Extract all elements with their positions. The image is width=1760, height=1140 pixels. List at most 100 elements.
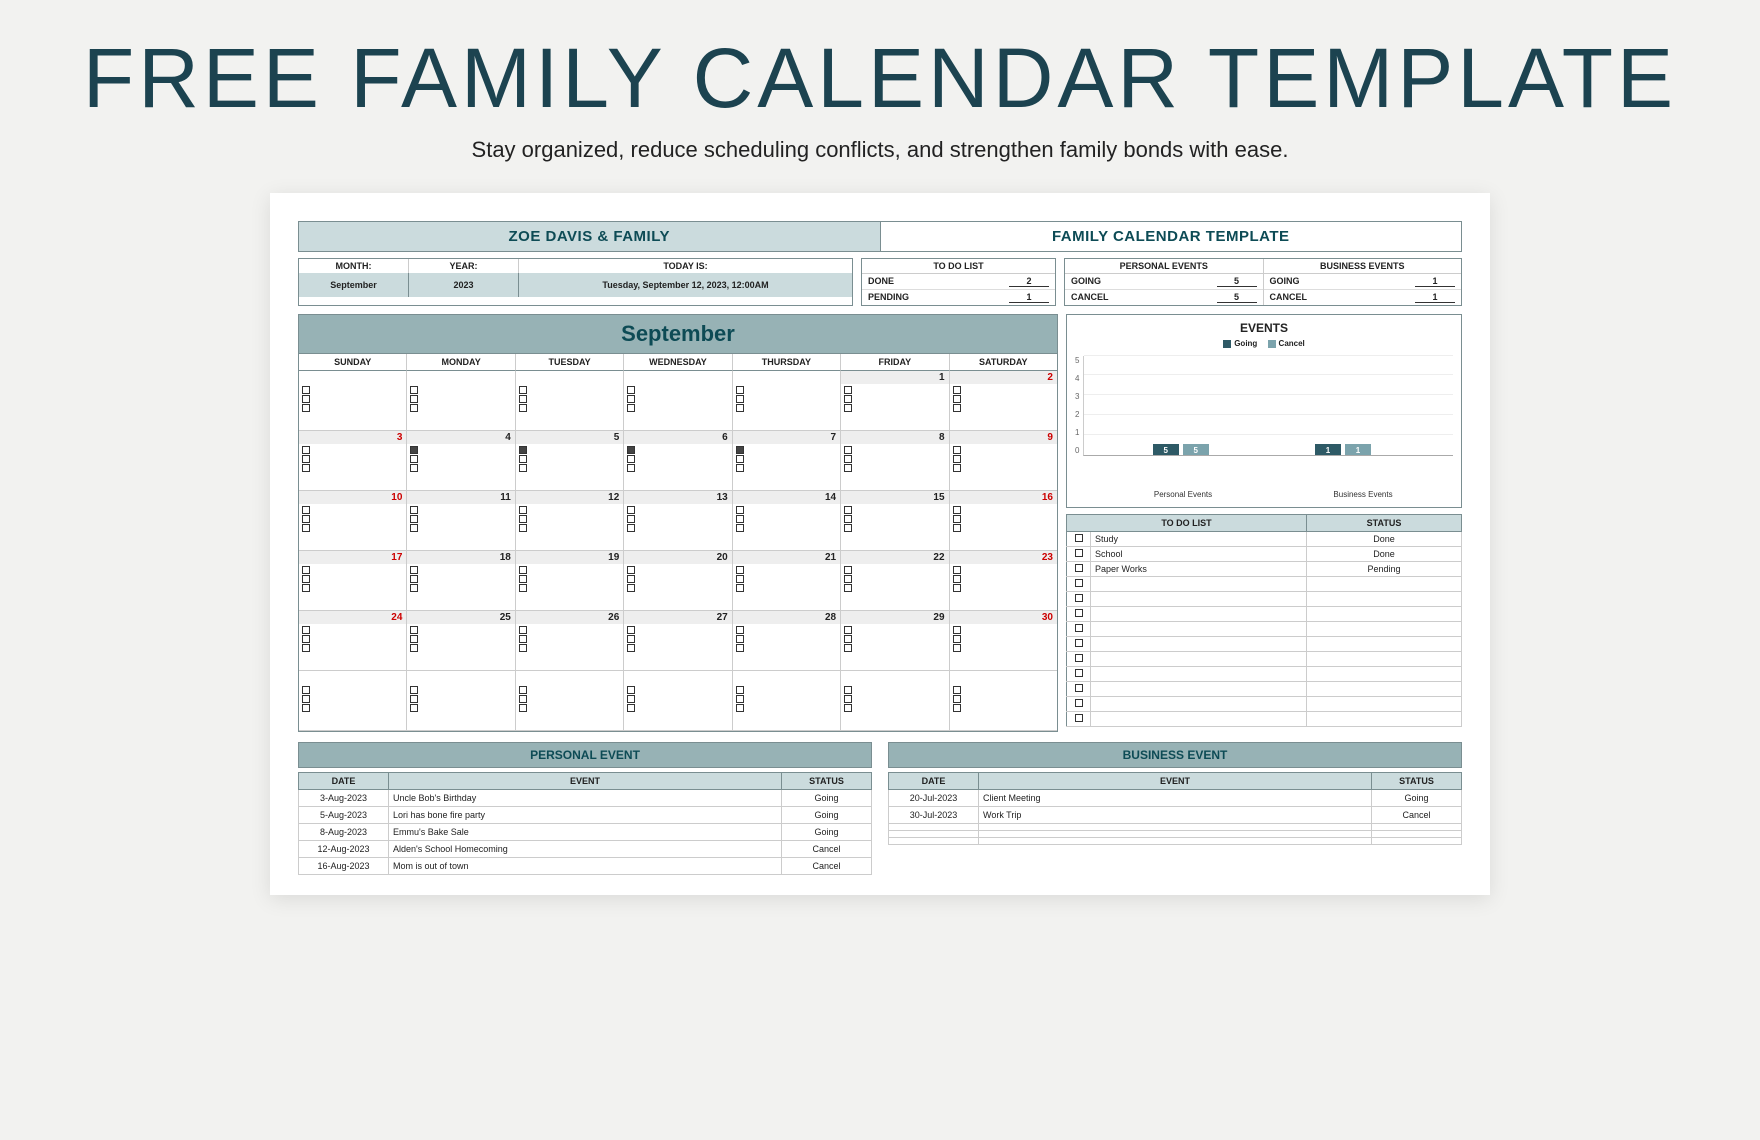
calendar-day[interactable] — [624, 371, 732, 431]
calendar-day[interactable]: 5 — [516, 431, 624, 491]
checkbox-icon[interactable] — [519, 506, 527, 514]
calendar-day[interactable]: 1 — [841, 371, 949, 431]
checkbox-icon[interactable] — [953, 455, 961, 463]
checkbox-icon[interactable] — [627, 446, 635, 454]
checkbox-icon[interactable] — [410, 464, 418, 472]
checkbox-icon[interactable] — [302, 506, 310, 514]
checkbox-icon[interactable] — [410, 695, 418, 703]
checkbox-icon[interactable] — [410, 575, 418, 583]
checkbox-icon[interactable] — [953, 395, 961, 403]
checkbox-icon[interactable] — [844, 704, 852, 712]
checkbox-icon[interactable] — [410, 404, 418, 412]
checkbox-icon[interactable] — [627, 704, 635, 712]
checkbox-icon[interactable] — [627, 455, 635, 463]
checkbox-icon[interactable] — [953, 695, 961, 703]
checkbox-icon[interactable] — [736, 395, 744, 403]
calendar-day[interactable]: 14 — [733, 491, 841, 551]
checkbox-icon[interactable] — [627, 404, 635, 412]
checkbox-icon[interactable] — [844, 515, 852, 523]
checkbox-icon[interactable] — [953, 446, 961, 454]
checkbox-icon[interactable] — [302, 644, 310, 652]
checkbox-icon[interactable] — [627, 566, 635, 574]
checkbox-icon[interactable] — [410, 584, 418, 592]
checkbox-icon[interactable] — [953, 584, 961, 592]
checkbox-icon[interactable] — [844, 386, 852, 394]
calendar-day[interactable] — [407, 671, 515, 731]
calendar-day[interactable] — [299, 671, 407, 731]
checkbox-icon[interactable] — [519, 404, 527, 412]
checkbox-icon[interactable] — [953, 464, 961, 472]
checkbox-icon[interactable] — [627, 575, 635, 583]
calendar-day[interactable]: 7 — [733, 431, 841, 491]
checkbox-icon[interactable] — [410, 515, 418, 523]
calendar-day[interactable]: 23 — [950, 551, 1057, 611]
checkbox-icon[interactable] — [1075, 699, 1083, 707]
checkbox-icon[interactable] — [1075, 594, 1083, 602]
checkbox-icon[interactable] — [519, 455, 527, 463]
checkbox-icon[interactable] — [410, 626, 418, 634]
checkbox-icon[interactable] — [410, 635, 418, 643]
checkbox-icon[interactable] — [844, 404, 852, 412]
checkbox-icon[interactable] — [519, 515, 527, 523]
checkbox-icon[interactable] — [844, 506, 852, 514]
checkbox-icon[interactable] — [302, 395, 310, 403]
checkbox-icon[interactable] — [627, 515, 635, 523]
checkbox-icon[interactable] — [302, 686, 310, 694]
checkbox-icon[interactable] — [844, 686, 852, 694]
calendar-day[interactable]: 2 — [950, 371, 1057, 431]
checkbox-icon[interactable] — [1075, 639, 1083, 647]
checkbox-icon[interactable] — [410, 386, 418, 394]
calendar-day[interactable]: 10 — [299, 491, 407, 551]
checkbox-icon[interactable] — [627, 464, 635, 472]
checkbox-icon[interactable] — [1075, 579, 1083, 587]
checkbox-icon[interactable] — [844, 455, 852, 463]
checkbox-icon[interactable] — [736, 386, 744, 394]
checkbox-icon[interactable] — [519, 584, 527, 592]
checkbox-icon[interactable] — [736, 704, 744, 712]
calendar-day[interactable]: 18 — [407, 551, 515, 611]
checkbox-icon[interactable] — [519, 575, 527, 583]
checkbox-icon[interactable] — [410, 395, 418, 403]
checkbox-icon[interactable] — [736, 635, 744, 643]
checkbox-icon[interactable] — [519, 635, 527, 643]
checkbox-icon[interactable] — [627, 626, 635, 634]
checkbox-icon[interactable] — [736, 686, 744, 694]
checkbox-icon[interactable] — [844, 446, 852, 454]
checkbox-icon[interactable] — [302, 584, 310, 592]
checkbox-icon[interactable] — [953, 704, 961, 712]
calendar-day[interactable]: 26 — [516, 611, 624, 671]
checkbox-icon[interactable] — [736, 506, 744, 514]
checkbox-icon[interactable] — [627, 695, 635, 703]
checkbox-icon[interactable] — [844, 584, 852, 592]
checkbox-icon[interactable] — [736, 446, 744, 454]
calendar-day[interactable]: 13 — [624, 491, 732, 551]
checkbox-icon[interactable] — [736, 524, 744, 532]
checkbox-icon[interactable] — [736, 695, 744, 703]
calendar-day[interactable]: 22 — [841, 551, 949, 611]
checkbox-icon[interactable] — [302, 566, 310, 574]
checkbox-icon[interactable] — [844, 695, 852, 703]
checkbox-icon[interactable] — [844, 395, 852, 403]
checkbox-icon[interactable] — [1075, 684, 1083, 692]
checkbox-icon[interactable] — [736, 584, 744, 592]
checkbox-icon[interactable] — [302, 464, 310, 472]
checkbox-icon[interactable] — [410, 446, 418, 454]
checkbox-icon[interactable] — [302, 386, 310, 394]
calendar-day[interactable]: 8 — [841, 431, 949, 491]
calendar-day[interactable]: 4 — [407, 431, 515, 491]
checkbox-icon[interactable] — [736, 566, 744, 574]
checkbox-icon[interactable] — [302, 575, 310, 583]
calendar-day[interactable] — [733, 371, 841, 431]
checkbox-icon[interactable] — [519, 524, 527, 532]
checkbox-icon[interactable] — [627, 524, 635, 532]
calendar-day[interactable] — [841, 671, 949, 731]
checkbox-icon[interactable] — [519, 395, 527, 403]
checkbox-icon[interactable] — [410, 644, 418, 652]
checkbox-icon[interactable] — [1075, 549, 1083, 557]
calendar-day[interactable]: 11 — [407, 491, 515, 551]
calendar-day[interactable]: 24 — [299, 611, 407, 671]
checkbox-icon[interactable] — [302, 704, 310, 712]
checkbox-icon[interactable] — [1075, 654, 1083, 662]
calendar-day[interactable] — [733, 671, 841, 731]
checkbox-icon[interactable] — [410, 686, 418, 694]
